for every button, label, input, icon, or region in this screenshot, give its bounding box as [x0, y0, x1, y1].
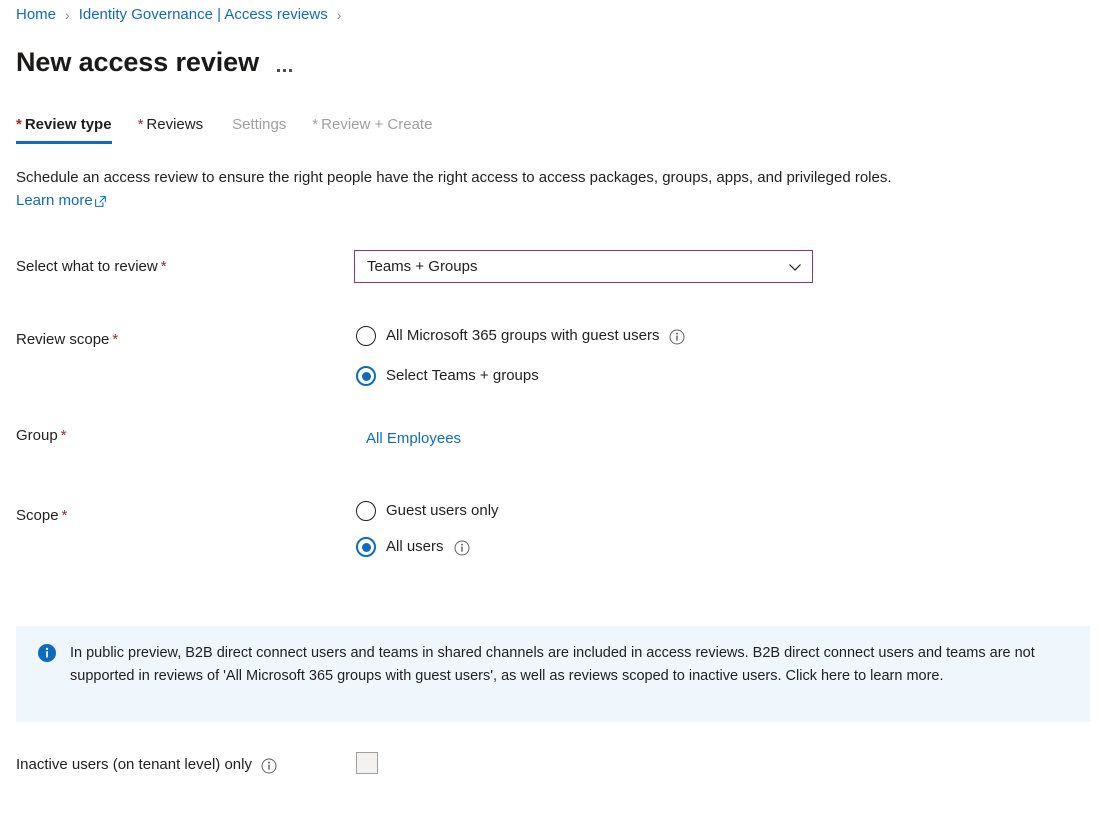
radio-label: Guest users only: [386, 501, 499, 521]
radio-indicator[interactable]: [356, 501, 376, 521]
breadcrumb-separator-icon: ›: [337, 5, 342, 25]
breadcrumb: Home › Identity Governance | Access revi…: [16, 5, 341, 25]
tab-required-mark: *: [138, 115, 144, 135]
info-banner: In public preview, B2B direct connect us…: [16, 626, 1090, 722]
label-text: Select what to review: [16, 258, 158, 275]
radio-indicator[interactable]: [356, 537, 376, 557]
label-text: Inactive users (on tenant level) only: [16, 755, 252, 775]
tab-required-mark: *: [312, 115, 318, 135]
external-link-icon: [94, 192, 107, 205]
tab-required-mark: *: [16, 115, 22, 135]
tab-review-type[interactable]: * Review type: [16, 115, 124, 144]
radio-select-teams-groups[interactable]: Select Teams + groups: [356, 366, 539, 386]
learn-more-link[interactable]: Learn more: [16, 189, 107, 212]
page-header: New access review: [16, 44, 292, 80]
info-banner-text: In public preview, B2B direct connect us…: [70, 642, 1074, 688]
radio-label: All users: [386, 537, 444, 557]
learn-more-label: Learn more: [16, 189, 93, 212]
radio-indicator[interactable]: [356, 366, 376, 386]
tab-review-create[interactable]: * Review + Create: [312, 115, 444, 144]
tab-reviews[interactable]: * Reviews: [138, 115, 216, 144]
info-icon[interactable]: [669, 329, 685, 345]
radio-label: All Microsoft 365 groups with guest user…: [386, 326, 659, 346]
breadcrumb-item-identity-governance[interactable]: Identity Governance | Access reviews: [79, 5, 328, 25]
info-filled-icon: [38, 644, 56, 662]
group-value-link[interactable]: All Employees: [366, 429, 461, 449]
select-what-to-review-dropdown[interactable]: Teams + Groups: [354, 250, 813, 283]
info-icon[interactable]: [454, 540, 470, 556]
radio-guest-users-only[interactable]: Guest users only: [356, 501, 499, 521]
select-what-to-review-label: Select what to review*: [16, 257, 167, 277]
page-title: New access review: [16, 44, 259, 80]
breadcrumb-item-home[interactable]: Home: [16, 5, 56, 25]
radio-label: Select Teams + groups: [386, 366, 539, 386]
inactive-users-checkbox[interactable]: [356, 752, 378, 774]
required-mark: *: [161, 258, 167, 275]
radio-indicator[interactable]: [356, 326, 376, 346]
tab-settings[interactable]: Settings: [229, 115, 298, 144]
label-text: Group: [16, 427, 58, 444]
dropdown-selected-value: Teams + Groups: [367, 258, 477, 275]
label-text: Review scope: [16, 331, 109, 348]
required-mark: *: [62, 507, 68, 524]
inactive-users-label: Inactive users (on tenant level) only: [16, 755, 277, 775]
tab-label: Settings: [232, 115, 286, 135]
required-mark: *: [61, 427, 67, 444]
more-options-icon[interactable]: [277, 48, 292, 76]
radio-all-m365-groups-with-guest-users[interactable]: All Microsoft 365 groups with guest user…: [356, 326, 685, 346]
tab-label: Review + Create: [321, 115, 432, 135]
required-mark: *: [112, 331, 118, 348]
description-text: Schedule an access review to ensure the …: [16, 169, 892, 186]
page-description: Schedule an access review to ensure the …: [16, 166, 1056, 212]
review-scope-label: Review scope*: [16, 330, 118, 350]
wizard-tabs: * Review type * Reviews Settings * Revie…: [16, 110, 444, 144]
breadcrumb-separator-icon: ›: [65, 5, 70, 25]
chevron-down-icon: [787, 259, 803, 275]
info-icon[interactable]: [261, 758, 277, 774]
new-access-review-page: Home › Identity Governance | Access revi…: [0, 0, 1100, 817]
tab-label: Review type: [25, 115, 112, 135]
label-text: Scope: [16, 507, 59, 524]
tab-label: Reviews: [146, 115, 203, 135]
group-label: Group*: [16, 426, 67, 446]
scope-label: Scope*: [16, 506, 67, 526]
radio-all-users[interactable]: All users: [356, 537, 470, 557]
